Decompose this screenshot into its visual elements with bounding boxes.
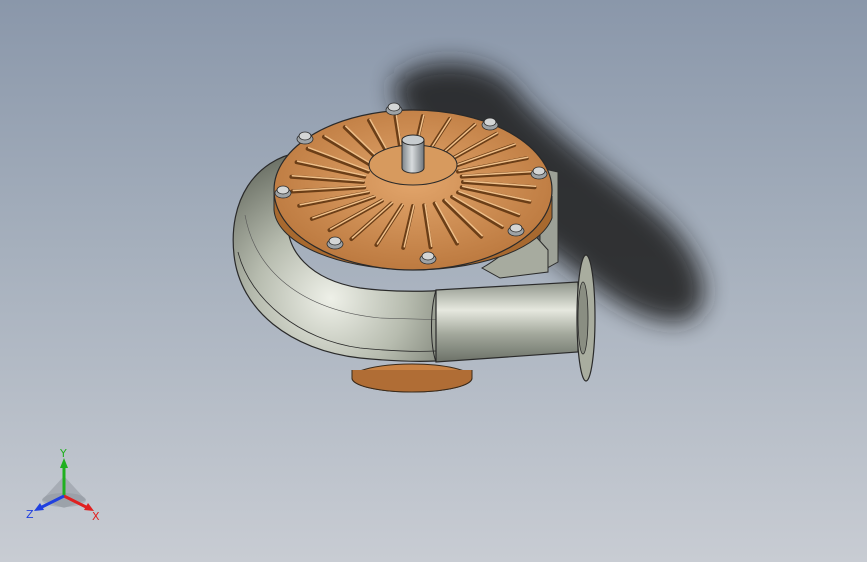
y-axis-label: Y [59,448,67,460]
discharge-pipe [435,281,579,363]
pipe-flange-bore [577,281,589,355]
bolt [296,131,314,145]
shaft-top [401,134,425,146]
pump-model[interactable] [0,0,867,562]
coordinate-triad[interactable]: Y X Z [22,448,108,528]
z-axis-label: Z [26,508,34,521]
bottom-flange-rim [351,370,473,393]
x-axis-label: X [92,510,100,523]
3d-viewport[interactable]: Y X Z [0,0,867,562]
